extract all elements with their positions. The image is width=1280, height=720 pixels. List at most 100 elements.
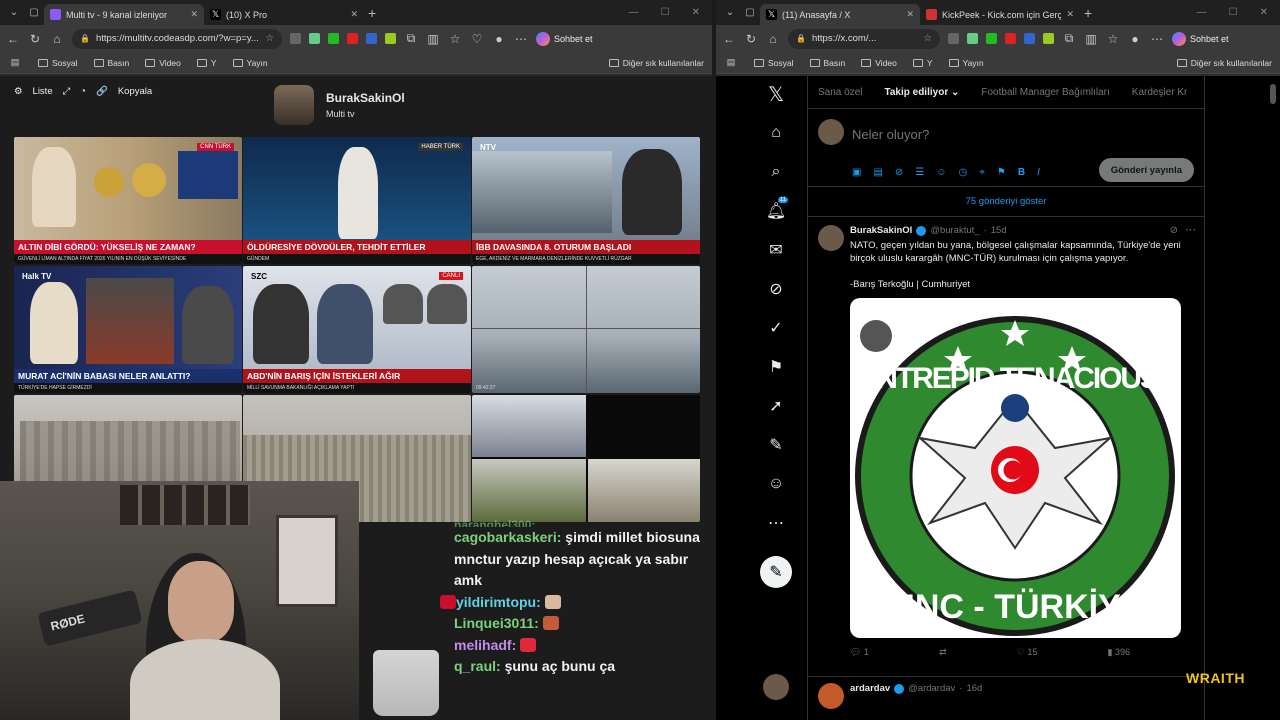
- favorite-star-icon[interactable]: ☆: [265, 33, 274, 44]
- tab-following[interactable]: Takip ediliyor ⌄: [884, 87, 959, 98]
- tab-for-you[interactable]: Sana özel: [818, 87, 862, 98]
- tv-tile[interactable]: NTV İBB DAVASINDA 8. OTURUM BAŞLADI EGE,…: [472, 137, 700, 264]
- repost-button[interactable]: ⇄: [939, 647, 947, 658]
- tab-list-fm[interactable]: Football Manager Bağımlıları: [981, 87, 1109, 98]
- home-icon[interactable]: ⌂: [760, 121, 792, 145]
- fullscreen-icon[interactable]: ⤢: [63, 86, 71, 97]
- compose-post-icon[interactable]: ✎: [760, 556, 792, 588]
- notifications-icon[interactable]: 🔔︎ 11: [760, 197, 792, 223]
- list-button[interactable]: Liste: [33, 86, 53, 97]
- x-logo-icon[interactable]: 𝕏: [760, 82, 792, 106]
- grok-icon[interactable]: ⊘: [760, 277, 792, 301]
- tweet[interactable]: ardardav @ardardav · 16d: [808, 677, 1204, 717]
- copilot-button[interactable]: Sohbet et: [1172, 31, 1229, 46]
- home-icon[interactable]: ⌂: [50, 32, 64, 46]
- close-tab-icon[interactable]: ✕: [190, 9, 198, 20]
- schedule-icon[interactable]: ◷: [958, 167, 967, 178]
- extension-icon[interactable]: [948, 33, 959, 44]
- extension-icon[interactable]: [1024, 33, 1035, 44]
- tweet-author-name[interactable]: BurakSakinOl: [850, 225, 912, 236]
- launch-icon[interactable]: ➚: [760, 394, 792, 418]
- close-tab-icon[interactable]: ✕: [1066, 9, 1074, 20]
- tab-actions-icon[interactable]: ⌄: [723, 6, 737, 20]
- extension-icon[interactable]: [366, 33, 377, 44]
- url-field[interactable]: 🔒 https://x.com/... ☆: [788, 28, 940, 49]
- grok-icon[interactable]: ⊘: [1170, 225, 1178, 236]
- tweet-time[interactable]: 16d: [966, 683, 982, 694]
- scrollbar[interactable]: [1270, 84, 1276, 104]
- search-icon[interactable]: ⌕: [760, 160, 792, 184]
- close-tab-icon[interactable]: ✕: [906, 9, 914, 20]
- more-icon[interactable]: ⋯: [1150, 32, 1164, 46]
- tab-multitv[interactable]: Multi tv - 9 kanal izleniyor ✕: [44, 4, 204, 25]
- minimize-icon[interactable]: —: [1197, 7, 1207, 18]
- bookmark-folder-yayin[interactable]: Yayın: [232, 58, 268, 68]
- close-window-icon[interactable]: ✕: [692, 7, 700, 18]
- bookmark-folder-sosyal[interactable]: Sosyal: [754, 58, 794, 68]
- tv-tile[interactable]: SZC CANLI ABD'NİN BARIŞ İÇİN İSTEKLERİ A…: [243, 266, 471, 393]
- reset-icon[interactable]: ◔: [80, 86, 86, 97]
- tv-tile[interactable]: 09:42:27: [472, 266, 700, 393]
- more-options-icon[interactable]: ⋯: [1185, 223, 1196, 236]
- like-button[interactable]: ♡ 15: [1017, 647, 1038, 658]
- articles-icon[interactable]: ✎: [760, 433, 792, 457]
- workspaces-icon[interactable]: ▢: [27, 6, 41, 20]
- more-icon[interactable]: ⋯: [514, 32, 528, 46]
- reply-button[interactable]: 💬︎ 1: [850, 647, 869, 658]
- maximize-icon[interactable]: ☐: [661, 7, 670, 18]
- tv-tile[interactable]: CNN TÜRK ALTIN DİBİ GÖRDÜ: YÜKSELİŞ NE Z…: [14, 137, 242, 264]
- views-button[interactable]: ▮ 396: [1108, 647, 1131, 658]
- more-icon[interactable]: ⋯: [760, 511, 792, 535]
- tv-tile[interactable]: [472, 395, 700, 522]
- bookmark-folder-sosyal[interactable]: Sosyal: [38, 58, 78, 68]
- settings-icon[interactable]: ⚙: [14, 86, 23, 97]
- collections-icon[interactable]: ♡: [470, 32, 484, 46]
- url-field[interactable]: 🔒 https://multitv.codeasdp.com/?w=p=y...…: [72, 28, 282, 49]
- bold-icon[interactable]: B: [1018, 167, 1025, 178]
- tab-xpro[interactable]: 𝕏 (10) X Pro ✕: [204, 4, 364, 25]
- workspaces-icon[interactable]: ▢: [743, 6, 757, 20]
- tab-list-brothers[interactable]: Kardeşler Kr: [1132, 87, 1188, 98]
- bookmark-folder-video[interactable]: Video: [861, 58, 897, 68]
- bookmark-folder-y[interactable]: Y: [196, 58, 217, 68]
- copy-button[interactable]: Kopyala: [118, 86, 152, 97]
- tweet-image[interactable]: INTREPID TENACIOUS MNC - TÜRKİYE: [850, 298, 1181, 638]
- image-icon[interactable]: ▣: [852, 167, 861, 178]
- emoji-icon[interactable]: ☺: [936, 167, 946, 178]
- other-bookmarks[interactable]: Diğer sık kullanılanlar: [1176, 58, 1272, 68]
- tab-actions-icon[interactable]: ⌄: [7, 6, 21, 20]
- back-icon[interactable]: ←: [6, 32, 20, 46]
- refresh-icon[interactable]: ↻: [28, 32, 42, 46]
- extension-icon[interactable]: [385, 33, 396, 44]
- favorites-icon[interactable]: ☆: [448, 32, 462, 46]
- tweet-author-handle[interactable]: @buraktut_: [930, 225, 979, 236]
- refresh-icon[interactable]: ↻: [744, 32, 758, 46]
- favorites-icon[interactable]: ☆: [1106, 32, 1120, 46]
- composer-input[interactable]: Neler oluyor?: [852, 127, 929, 142]
- location-icon[interactable]: ⌖: [979, 167, 985, 178]
- split-screen-icon[interactable]: ▥: [1084, 32, 1098, 46]
- bookmark-folder-basin[interactable]: Basın: [809, 58, 845, 68]
- maximize-icon[interactable]: ☐: [1229, 7, 1238, 18]
- extension-icon[interactable]: [347, 33, 358, 44]
- bookmark-menu-icon[interactable]: ▤: [724, 57, 738, 68]
- profile-icon[interactable]: ●: [1128, 32, 1142, 46]
- favorite-star-icon[interactable]: ☆: [923, 33, 932, 44]
- show-more-posts[interactable]: 75 gönderiyi göster: [808, 187, 1204, 217]
- avatar[interactable]: [818, 683, 844, 709]
- close-window-icon[interactable]: ✕: [1260, 7, 1268, 18]
- bookmark-folder-video[interactable]: Video: [145, 58, 181, 68]
- extension-icon[interactable]: [290, 33, 301, 44]
- other-bookmarks[interactable]: Diğer sık kullanılanlar: [608, 58, 704, 68]
- extension-icon[interactable]: [967, 33, 978, 44]
- home-icon[interactable]: ⌂: [766, 32, 780, 46]
- bookmark-menu-icon[interactable]: ▤: [8, 57, 22, 68]
- tweet-author-handle[interactable]: @ardardav: [908, 683, 955, 694]
- split-screen-icon[interactable]: ▥: [426, 32, 440, 46]
- extension-icon[interactable]: [1043, 33, 1054, 44]
- messages-icon[interactable]: ✉: [760, 238, 792, 262]
- profile-icon[interactable]: ●: [492, 32, 506, 46]
- grok-icon[interactable]: ⊘: [895, 167, 903, 178]
- profile-icon[interactable]: ☺: [760, 472, 792, 496]
- close-tab-icon[interactable]: ✕: [350, 9, 358, 20]
